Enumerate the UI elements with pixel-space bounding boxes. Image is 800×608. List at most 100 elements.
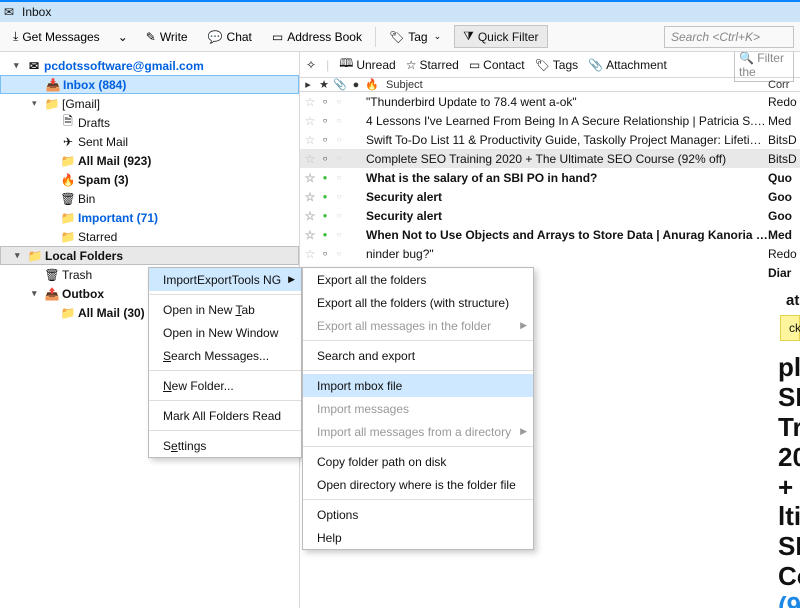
star-icon: ☆ [406,58,417,72]
submenu-help[interactable]: Help [303,526,533,549]
read-dot[interactable]: ● [318,173,332,182]
menu-open-new-tab[interactable]: Open in New Tab [149,298,301,321]
menu-importexporttools[interactable]: ImportExportTools NG▶ [149,268,301,291]
menu-mark-all-read[interactable]: Mark All Folders Read [149,404,301,427]
junk-dot[interactable]: ○ [332,173,346,182]
junk-dot[interactable]: ○ [332,97,346,106]
write-button[interactable]: ✎Write [139,26,195,48]
read-dot[interactable]: ○ [318,97,332,106]
menu-open-new-window[interactable]: Open in New Window [149,321,301,344]
submenu-import-directory: Import all messages from a directory▶ [303,420,533,443]
message-row[interactable]: ☆●○Security alertGoo [300,187,800,206]
message-row[interactable]: ☆○○ ninder bug?"Redo [300,244,800,263]
message-row[interactable]: ☆●○Security alertGoo [300,206,800,225]
junk-dot[interactable]: ○ [332,116,346,125]
message-correspondent: Quo [768,171,800,185]
submenu-open-directory[interactable]: Open directory where is the folder file [303,473,533,496]
get-messages-dropdown[interactable]: ⌄ [113,26,133,48]
thread-col-icon[interactable]: ▸ [300,78,316,91]
quick-filter-button[interactable]: ⧩Quick Filter [454,25,547,48]
submenu-options[interactable]: Options [303,503,533,526]
title-bar: ✉ Inbox [0,0,800,22]
menu-search-messages[interactable]: Search Messages... [149,344,301,367]
drafts-folder[interactable]: 🗎Drafts [0,113,299,132]
correspondents-column[interactable]: Corr [768,79,800,91]
junk-dot[interactable]: ○ [332,154,346,163]
menu-new-folder[interactable]: New Folder... [149,374,301,397]
read-dot[interactable]: ○ [318,249,332,258]
read-dot[interactable]: ○ [318,116,332,125]
address-book-button[interactable]: ▭Address Book [265,26,369,48]
junk-dot[interactable]: ○ [332,211,346,220]
message-correspondent: Diar [768,266,800,280]
important-folder[interactable]: 📁Important (71) [0,208,299,227]
sent-folder[interactable]: ✈Sent Mail [0,132,299,151]
read-dot[interactable]: ● [318,230,332,239]
read-col-icon[interactable]: ● [348,79,364,91]
remote-content-notice[interactable]: cked remote content in this message. [780,315,800,341]
bin-folder[interactable]: 🗑Bin [0,189,299,208]
submenu-export-all[interactable]: Export all the folders [303,268,533,291]
star-icon[interactable]: ☆ [302,190,318,204]
message-row[interactable]: ☆○○Swift To-Do List 11 & Productivity Gu… [300,130,800,149]
message-subject: 4 Lessons I've Learned From Being In A S… [346,114,768,128]
spam-folder[interactable]: 🔥Spam (3) [0,170,299,189]
read-dot[interactable]: ○ [318,135,332,144]
tag-button[interactable]: 🏷Tag⌄ [382,26,448,48]
get-messages-button[interactable]: ⤓Get Messages [6,25,107,48]
quick-filter-bar: ✧ | 🕮Unread ☆Starred ▭Contact 🏷Tags 📎Att… [300,52,800,78]
junk-dot[interactable]: ○ [332,135,346,144]
message-row[interactable]: ☆●○When Not to Use Objects and Arrays to… [300,225,800,244]
message-subject: Swift To-Do List 11 & Productivity Guide… [346,133,768,147]
star-icon[interactable]: ☆ [302,171,318,185]
submenu-search-export[interactable]: Search and export [303,344,533,367]
pencil-icon: ✎ [146,30,156,44]
contact-filter[interactable]: ▭Contact [469,58,525,72]
starred-filter[interactable]: ☆Starred [406,58,459,72]
junk-dot[interactable]: ○ [332,192,346,201]
bookmark-icon: 🕮 [339,54,353,75]
star-icon[interactable]: ☆ [302,133,318,147]
star-icon[interactable]: ☆ [302,114,318,128]
local-folders[interactable]: ▾📁Local Folders [0,246,299,265]
read-dot[interactable]: ● [318,211,332,220]
message-row[interactable]: ☆○○"Thunderbird Update to 78.4 went a-ok… [300,92,800,111]
submenu-copy-path[interactable]: Copy folder path on disk [303,450,533,473]
star-icon[interactable]: ☆ [302,228,318,242]
star-icon[interactable]: ☆ [302,209,318,223]
allmail-folder[interactable]: 📁All Mail (923) [0,151,299,170]
column-header: ▸ ★ 📎 ● 🔥 Subject Corr [300,78,800,92]
submenu-import-mbox[interactable]: Import mbox file [303,374,533,397]
star-icon[interactable]: ☆ [302,247,318,261]
chevron-right-icon: ▶ [520,320,527,331]
message-row[interactable]: ☆●○What is the salary of an SBI PO in ha… [300,168,800,187]
tags-filter[interactable]: 🏷Tags [535,58,579,72]
read-dot[interactable]: ● [318,192,332,201]
inbox-folder[interactable]: 📥Inbox (884) [0,75,299,94]
read-dot[interactable]: ○ [318,154,332,163]
subject-column[interactable]: Subject [380,79,768,91]
message-row[interactable]: ☆○○Complete SEO Training 2020 + The Ulti… [300,149,800,168]
message-correspondent: BitsD [768,152,800,166]
attachment-filter[interactable]: 📎Attachment [588,58,667,72]
menu-settings[interactable]: Settings [149,434,301,457]
star-col-icon[interactable]: ★ [316,78,332,91]
search-input[interactable]: Search <Ctrl+K> [664,26,794,48]
submenu-export-all-structure[interactable]: Export all the folders (with structure) [303,291,533,314]
outbox-icon: 📤 [44,287,60,301]
chat-button[interactable]: 💬Chat [201,26,259,48]
message-row[interactable]: ☆○○4 Lessons I've Learned From Being In … [300,111,800,130]
account-row[interactable]: ▾✉pcdotssoftware@gmail.com [0,56,299,75]
junk-dot[interactable]: ○ [332,230,346,239]
starred-folder[interactable]: 📁Starred [0,227,299,246]
gmail-folder[interactable]: ▾📁[Gmail] [0,94,299,113]
pin-icon[interactable]: ✧ [306,58,316,72]
star-icon[interactable]: ☆ [302,95,318,109]
junk-dot[interactable]: ○ [332,249,346,258]
unread-filter[interactable]: 🕮Unread [339,54,396,75]
submenu-import-messages: Import messages [303,397,533,420]
junk-col-icon[interactable]: 🔥 [364,78,380,91]
chat-icon: 💬 [208,30,223,44]
attach-col-icon[interactable]: 📎 [332,78,348,91]
star-icon[interactable]: ☆ [302,152,318,166]
